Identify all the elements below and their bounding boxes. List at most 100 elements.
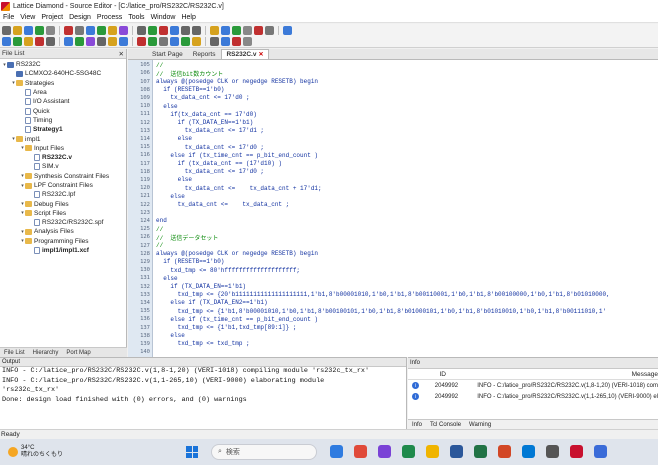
left-tab-file-list[interactable]: File List xyxy=(0,350,29,356)
toolbar2-button-icon[interactable] xyxy=(210,37,219,46)
toolbar1-button-icon[interactable] xyxy=(192,25,201,35)
taskbar-app-icon[interactable] xyxy=(546,445,559,458)
tree-item[interactable]: ▾ Programming Files xyxy=(0,237,126,246)
info-col-id[interactable]: ID xyxy=(417,371,451,378)
toolbar1-button-icon[interactable] xyxy=(75,25,84,35)
info-col-message[interactable]: Message xyxy=(632,371,658,378)
left-tab-hierarchy[interactable]: Hierarchy xyxy=(29,350,63,356)
toolbar1-button-icon[interactable] xyxy=(35,25,44,35)
editor-tab[interactable]: Start Page xyxy=(148,49,187,59)
tree-item[interactable]: ▾ impl1 xyxy=(0,134,126,143)
start-button[interactable] xyxy=(186,446,198,458)
toolbar1-button-icon[interactable] xyxy=(243,25,252,35)
toolbar1-button-icon[interactable] xyxy=(232,25,241,35)
tree-item[interactable]: RS232C/RS232C.spf xyxy=(0,218,126,227)
toolbar2-button-icon[interactable] xyxy=(137,37,146,46)
info-row[interactable]: i 2049992 INFO - C:/latice_pro/RS232C/RS23… xyxy=(408,391,658,402)
toolbar1-button-icon[interactable] xyxy=(283,25,292,35)
taskbar-app-icon[interactable] xyxy=(594,445,607,458)
toolbar1-button-icon[interactable] xyxy=(265,25,274,35)
editor-tab[interactable]: RS232C.v ✕ xyxy=(221,49,269,59)
tree-item[interactable]: Quick xyxy=(0,106,126,115)
toolbar2-button-icon[interactable] xyxy=(243,37,252,46)
tree-item[interactable]: ▾ Debug Files xyxy=(0,199,126,208)
tree-item[interactable]: I/O Assistant xyxy=(0,97,126,106)
toolbar1-button-icon[interactable] xyxy=(46,25,55,35)
toolbar1-button-icon[interactable] xyxy=(2,25,11,35)
taskbar-app-icon[interactable] xyxy=(474,445,487,458)
toolbar2-button-icon[interactable] xyxy=(181,37,190,46)
info-tab-tcl-console[interactable]: Tcl Console xyxy=(430,422,461,428)
toolbar1-button-icon[interactable] xyxy=(97,25,106,35)
tree-item[interactable]: Strategy1 xyxy=(0,125,126,134)
toolbar1-button-icon[interactable] xyxy=(108,25,117,35)
menu-process[interactable]: Process xyxy=(94,14,125,21)
tree-item[interactable]: ▾ Analysis Files xyxy=(0,227,126,236)
toolbar1-button-icon[interactable] xyxy=(64,25,73,35)
toolbar1-button-icon[interactable] xyxy=(170,25,179,35)
toolbar2-button-icon[interactable] xyxy=(119,37,128,46)
taskbar-app-icon[interactable] xyxy=(378,445,391,458)
toolbar2-button-icon[interactable] xyxy=(86,37,95,46)
taskbar-app-icon[interactable] xyxy=(330,445,343,458)
toolbar2-button-icon[interactable] xyxy=(2,37,11,46)
info-row[interactable]: i 2049992 INFO - C:/latice_pro/RS232C/RS23… xyxy=(408,380,658,391)
info-tab-warning[interactable]: Warning xyxy=(469,422,491,428)
tree-item[interactable]: RS232C.lpf xyxy=(0,190,126,199)
tree-item[interactable]: ▾ Input Files xyxy=(0,144,126,153)
toolbar1-button-icon[interactable] xyxy=(221,25,230,35)
taskbar-app-icon[interactable] xyxy=(450,445,463,458)
taskbar-app-icon[interactable] xyxy=(570,445,583,458)
menu-window[interactable]: Window xyxy=(148,14,179,21)
taskbar-app-icon[interactable] xyxy=(354,445,367,458)
tree-item[interactable]: Area xyxy=(0,88,126,97)
taskbar-app-icon[interactable] xyxy=(402,445,415,458)
toolbar1-button-icon[interactable] xyxy=(159,25,168,35)
toolbar2-button-icon[interactable] xyxy=(97,37,106,46)
taskbar-app-icon[interactable] xyxy=(498,445,511,458)
toolbar1-button-icon[interactable] xyxy=(181,25,190,35)
toolbar2-button-icon[interactable] xyxy=(75,37,84,46)
menu-tools[interactable]: Tools xyxy=(125,14,147,21)
taskbar-app-icon[interactable] xyxy=(426,445,439,458)
toolbar1-button-icon[interactable] xyxy=(137,25,146,35)
code-area[interactable]: 105//106// 送信bit数カウント 107 always @(posedge… xyxy=(128,60,658,357)
toolbar2-button-icon[interactable] xyxy=(148,37,157,46)
toolbar2-button-icon[interactable] xyxy=(46,37,55,46)
toolbar2-button-icon[interactable] xyxy=(221,37,230,46)
toolbar2-button-icon[interactable] xyxy=(13,37,22,46)
menu-help[interactable]: Help xyxy=(178,14,198,21)
toolbar2-button-icon[interactable] xyxy=(170,37,179,46)
toolbar1-button-icon[interactable] xyxy=(254,25,263,35)
tree-item[interactable]: Timing xyxy=(0,116,126,125)
close-icon[interactable]: ✕ xyxy=(258,51,263,58)
toolbar1-button-icon[interactable] xyxy=(210,25,219,35)
toolbar1-button-icon[interactable] xyxy=(148,25,157,35)
toolbar1-button-icon[interactable] xyxy=(13,25,22,35)
menu-view[interactable]: View xyxy=(17,14,38,21)
toolbar2-button-icon[interactable] xyxy=(232,37,241,46)
toolbar1-button-icon[interactable] xyxy=(24,25,33,35)
toolbar1-button-icon[interactable] xyxy=(119,25,128,35)
weather-widget[interactable]: 34°C 晴れのちくもり xyxy=(8,445,63,459)
editor-tab[interactable]: Reports xyxy=(188,49,220,59)
menu-file[interactable]: File xyxy=(0,14,17,21)
tree-item[interactable]: SIM.v xyxy=(0,162,126,171)
toolbar2-button-icon[interactable] xyxy=(159,37,168,46)
tree-item[interactable]: ▾ LPF Constraint Files xyxy=(0,181,126,190)
toolbar2-button-icon[interactable] xyxy=(108,37,117,46)
left-tab-port-map[interactable]: Port Map xyxy=(62,350,94,356)
tree-item[interactable]: RS232C.v xyxy=(0,153,126,162)
taskbar-search[interactable]: ⌕ 検索 xyxy=(211,444,317,460)
tree-item[interactable]: LCMXO2-640HC-5SG48C xyxy=(0,69,126,78)
toolbar2-button-icon[interactable] xyxy=(24,37,33,46)
menu-design[interactable]: Design xyxy=(66,14,94,21)
tree-item[interactable]: ▾ RS232C xyxy=(0,60,126,69)
tree-item[interactable]: ▾ Strategies xyxy=(0,79,126,88)
tree-item[interactable]: impl1/impl1.xcf xyxy=(0,246,126,255)
toolbar2-button-icon[interactable] xyxy=(192,37,201,46)
toolbar2-button-icon[interactable] xyxy=(35,37,44,46)
toolbar1-button-icon[interactable] xyxy=(86,25,95,35)
taskbar-app-icon[interactable] xyxy=(522,445,535,458)
tree-item[interactable]: ▾ Script Files xyxy=(0,209,126,218)
